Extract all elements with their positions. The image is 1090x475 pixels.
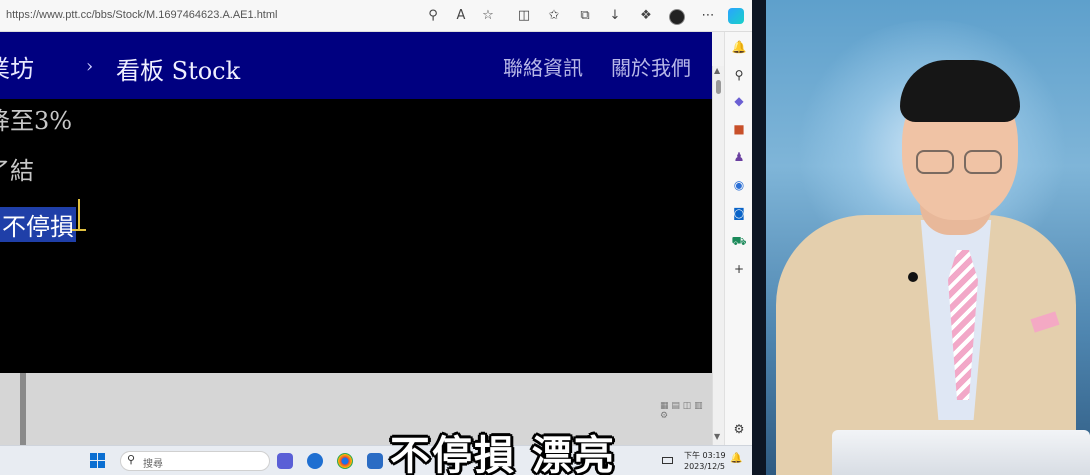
settings-gear-icon[interactable]: ⚙ <box>730 420 748 438</box>
page-tools-icon[interactable]: ▦ ▤ ◫ ▥ ⚙ <box>660 401 712 421</box>
chat-app-icon[interactable] <box>277 453 293 469</box>
circle-app-icon[interactable]: ◉ <box>730 176 748 194</box>
footer-divider <box>20 373 26 445</box>
nav-contact-link[interactable]: 聯絡資訊 <box>503 52 583 81</box>
download-icon[interactable]: ↓ <box>606 7 624 25</box>
chrome-app-icon[interactable] <box>337 453 353 469</box>
browser-window: https://www.ptt.cc/bbs/Stock/M.169746462… <box>0 0 752 475</box>
app-icon[interactable] <box>367 453 383 469</box>
favorites-icon[interactable]: ✩ <box>545 7 563 25</box>
nav-about-link[interactable]: 關於我們 <box>611 52 691 81</box>
windows-taskbar: ⚲ 搜尋 下午 03:19 2023/12/5 🔔 <box>0 445 752 475</box>
article-line: 了結 <box>0 157 34 185</box>
split-screen-icon[interactable]: ◫ <box>515 7 533 25</box>
video-feed <box>752 0 1090 475</box>
more-icon[interactable]: ⋯ <box>699 7 717 25</box>
profile-avatar[interactable] <box>669 9 685 25</box>
presenter <box>752 0 1090 475</box>
extensions-icon[interactable]: ❖ <box>637 7 655 25</box>
add-icon[interactable]: + <box>730 260 748 278</box>
search-icon[interactable]: ⚲ <box>730 66 748 84</box>
laptop <box>832 430 1090 475</box>
video-subtitle: 不停損 漂亮 <box>390 433 616 475</box>
tray-clock[interactable]: 下午 03:19 2023/12/5 <box>684 450 726 472</box>
presenter-hair <box>900 60 1020 122</box>
scrollbar[interactable]: ▲ ▼ <box>712 66 724 445</box>
scroll-up-icon[interactable]: ▲ <box>714 66 720 75</box>
panel-divider <box>752 0 766 475</box>
cart-icon[interactable]: ⛟ <box>730 232 748 250</box>
zoom-icon[interactable]: ⚲ <box>424 7 442 25</box>
notification-icon[interactable]: 🔔 <box>730 453 742 464</box>
copilot-icon[interactable] <box>728 8 744 24</box>
favorite-star-icon[interactable]: ☆ <box>479 7 497 25</box>
windows-start-icon[interactable] <box>90 453 106 469</box>
search-icon: ⚲ <box>127 453 136 466</box>
clock-date: 2023/12/5 <box>684 462 726 471</box>
scroll-down-icon[interactable]: ▼ <box>714 432 720 441</box>
bell-icon[interactable]: 🔔 <box>730 38 748 56</box>
url-text[interactable]: https://www.ptt.cc/bbs/Stock/M.169746462… <box>6 9 277 21</box>
skype-app-icon[interactable] <box>307 453 323 469</box>
taskbar-search-placeholder: 搜尋 <box>143 459 163 470</box>
ptt-header: 業坊 › 看板 Stock 聯絡資訊 關於我們 <box>0 32 712 99</box>
glasses-left-lens <box>916 150 954 174</box>
article-content: 降至3% 了結 不停損 <box>0 99 712 373</box>
chess-icon[interactable]: ♟ <box>730 148 748 166</box>
taskbar-search-input[interactable]: ⚲ 搜尋 <box>120 451 270 471</box>
glasses-right-lens <box>964 150 1002 174</box>
breadcrumb-separator: › <box>86 56 94 77</box>
ptt-brand-link[interactable]: 業坊 <box>0 49 34 84</box>
read-aloud-icon[interactable]: A <box>452 7 470 25</box>
outlook-icon[interactable]: ◙ <box>730 204 748 222</box>
battery-icon[interactable] <box>662 457 673 464</box>
lapel-mic-icon <box>908 272 918 282</box>
clock-time: 下午 03:19 <box>684 451 726 460</box>
briefcase-icon[interactable]: ■ <box>730 120 748 138</box>
collections-icon[interactable]: ⧉ <box>576 7 594 25</box>
board-link[interactable]: 看板 Stock <box>116 51 240 86</box>
article-line: 降至3% <box>0 107 73 135</box>
text-cursor-icon <box>72 199 86 231</box>
address-bar[interactable]: https://www.ptt.cc/bbs/Stock/M.169746462… <box>0 0 752 32</box>
tag-icon[interactable]: ◆ <box>730 92 748 110</box>
selected-article-line: 不停損 <box>0 207 76 242</box>
edge-sidebar: 🔔 ⚲ ◆ ■ ♟ ◉ ◙ ⛟ + ⚙ <box>724 32 752 445</box>
scroll-thumb[interactable] <box>716 80 721 94</box>
